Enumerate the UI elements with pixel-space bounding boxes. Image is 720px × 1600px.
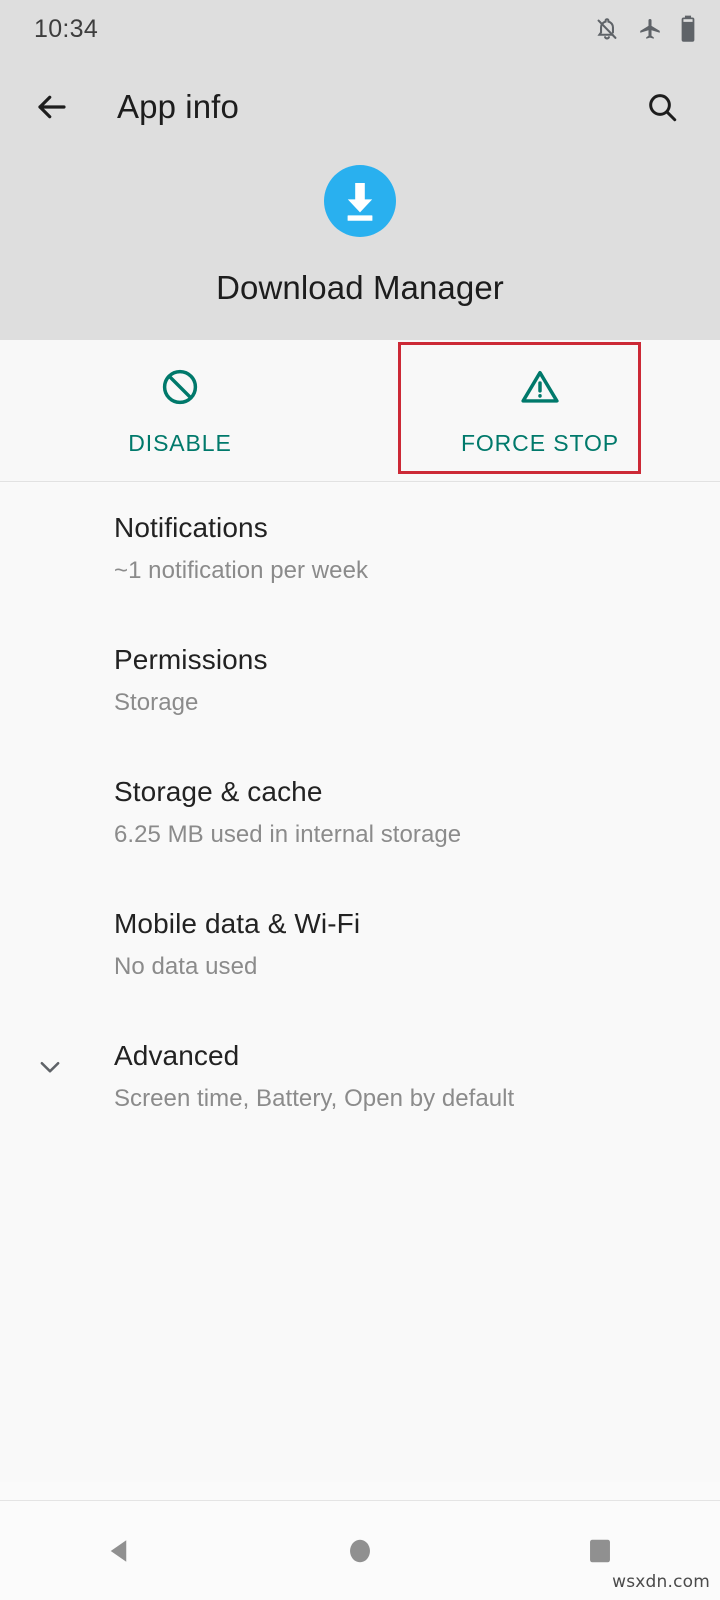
- status-bar-clock: 10:34: [34, 14, 99, 43]
- status-bar-icons: [594, 15, 696, 43]
- app-info-screen: 10:34 App info Download Manager DISABLE …: [0, 0, 720, 1600]
- list-item-title: Permissions: [114, 644, 268, 675]
- home-nav-button[interactable]: [240, 1536, 480, 1566]
- download-arrow-glyph: [347, 183, 373, 221]
- list-item-subtitle: Screen time, Battery, Open by default: [114, 1085, 515, 1112]
- battery-icon: [680, 15, 696, 43]
- app-identity: Download Manager: [0, 165, 720, 307]
- list-item-storage-cache[interactable]: Storage & cache 6.25 MB used in internal…: [0, 747, 720, 879]
- recents-nav-button[interactable]: [480, 1536, 720, 1566]
- airplane-mode-icon: [637, 16, 663, 42]
- back-nav-button[interactable]: [0, 1536, 240, 1566]
- list-item-title: Storage & cache: [114, 776, 323, 807]
- list-item-title: Mobile data & Wi-Fi: [114, 908, 361, 939]
- list-item-subtitle: No data used: [114, 953, 258, 980]
- circle-home-icon: [350, 1539, 370, 1562]
- disable-button[interactable]: DISABLE: [0, 340, 360, 481]
- chevron-down-icon: [30, 1047, 70, 1087]
- status-bar: 10:34: [0, 0, 720, 58]
- triangle-back-icon: [110, 1539, 127, 1562]
- download-manager-icon: [324, 165, 396, 237]
- disable-icon: [162, 369, 198, 404]
- force-stop-button[interactable]: FORCE STOP: [360, 340, 720, 481]
- list-item-subtitle: Storage: [114, 689, 199, 716]
- notifications-off-icon: [594, 16, 620, 42]
- page-title: App info: [117, 88, 239, 125]
- list-item-notifications[interactable]: Notifications ~1 notification per week: [0, 483, 720, 615]
- app-name: Download Manager: [216, 269, 504, 306]
- app-settings-list: Notifications ~1 notification per week P…: [0, 483, 720, 1482]
- list-item-title: Notifications: [114, 512, 268, 543]
- list-item-title: Advanced: [114, 1040, 240, 1071]
- warning-triangle-icon: [521, 370, 559, 403]
- disable-button-label: DISABLE: [128, 429, 232, 456]
- list-item-subtitle: ~1 notification per week: [114, 557, 369, 584]
- back-button[interactable]: [24, 79, 80, 135]
- app-bar: App info: [0, 58, 720, 156]
- watermark: wsxdn.com: [612, 1572, 710, 1592]
- search-icon: [649, 94, 677, 122]
- list-item-subtitle: 6.25 MB used in internal storage: [114, 821, 462, 848]
- app-actions-row: DISABLE FORCE STOP: [0, 340, 720, 482]
- force-stop-button-label: FORCE STOP: [460, 429, 620, 456]
- list-item-mobile-data-wifi[interactable]: Mobile data & Wi-Fi No data used: [0, 879, 720, 1011]
- header-block: 10:34 App info Download Manager: [0, 0, 720, 340]
- list-item-permissions[interactable]: Permissions Storage: [0, 615, 720, 747]
- list-item-advanced[interactable]: Advanced Screen time, Battery, Open by d…: [0, 1011, 720, 1143]
- square-recents-icon: [590, 1539, 610, 1562]
- arrow-left-icon: [38, 95, 66, 119]
- search-button[interactable]: [634, 79, 690, 135]
